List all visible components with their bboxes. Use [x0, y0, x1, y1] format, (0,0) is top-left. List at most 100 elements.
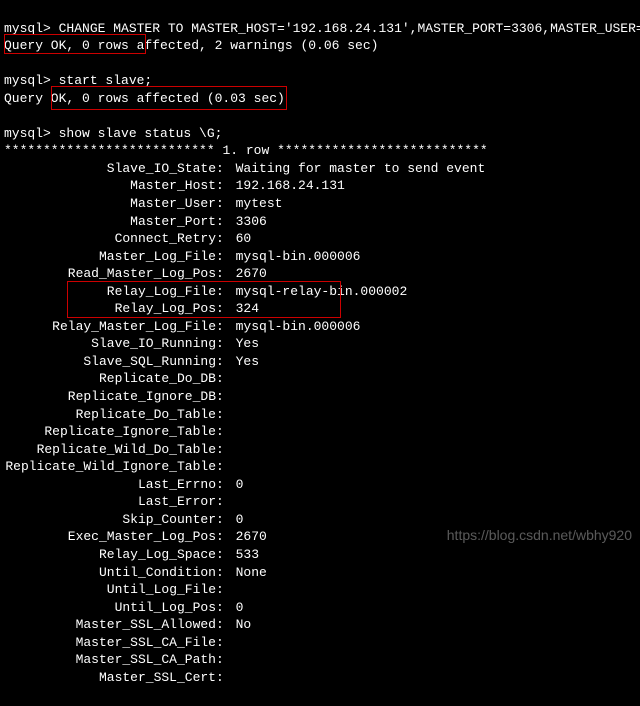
status-key: Exec_Master_Log_Pos [4, 528, 216, 546]
colon: : [216, 196, 228, 211]
status-value [228, 635, 236, 650]
status-row: Relay_Master_Log_File: mysql-bin.000006 [4, 318, 636, 336]
status-value [228, 670, 236, 685]
line-cmd2: mysql> show slave status \G; [4, 126, 222, 141]
status-key: Replicate_Wild_Do_Table [4, 441, 216, 459]
status-value: Yes [228, 354, 259, 369]
status-value: 0 [228, 477, 244, 492]
colon: : [216, 389, 228, 404]
status-row: Replicate_Do_Table: [4, 406, 636, 424]
status-key: Replicate_Wild_Ignore_Table [4, 458, 216, 476]
status-row: Master_Host: 192.168.24.131 [4, 177, 636, 195]
colon: : [216, 266, 228, 281]
status-row: Read_Master_Log_Pos: 2670 [4, 265, 636, 283]
status-row: Exec_Master_Log_Pos: 2670 [4, 528, 636, 546]
status-row: Replicate_Wild_Do_Table: [4, 441, 636, 459]
status-value: 0 [228, 600, 244, 615]
status-row: Last_Errno: 0 [4, 476, 636, 494]
status-value [228, 371, 236, 386]
status-key: Relay_Master_Log_File [4, 318, 216, 336]
status-value: mysql-bin.000006 [228, 249, 361, 264]
status-key: Skip_Counter [4, 511, 216, 529]
status-key: Replicate_Do_DB [4, 370, 216, 388]
status-value: 533 [228, 547, 259, 562]
status-key: Slave_IO_Running [4, 335, 216, 353]
status-key: Replicate_Ignore_Table [4, 423, 216, 441]
status-value [228, 582, 236, 597]
status-key: Relay_Log_Space [4, 546, 216, 564]
status-row: Master_SSL_Allowed: No [4, 616, 636, 634]
status-row: Relay_Log_Pos: 324 [4, 300, 636, 318]
colon: : [216, 371, 228, 386]
status-value [228, 494, 236, 509]
status-key: Master_SSL_Allowed [4, 616, 216, 634]
colon: : [216, 284, 228, 299]
status-key: Master_Host [4, 177, 216, 195]
colon: : [216, 547, 228, 562]
status-key: Master_Port [4, 213, 216, 231]
status-value: None [228, 565, 267, 580]
status-key: Slave_IO_State [4, 160, 216, 178]
status-key: Relay_Log_Pos [4, 300, 216, 318]
status-row: Connect_Retry: 60 [4, 230, 636, 248]
colon: : [216, 459, 228, 474]
colon: : [216, 336, 228, 351]
status-row: Replicate_Do_DB: [4, 370, 636, 388]
colon: : [216, 512, 228, 527]
status-key: Master_Log_File [4, 248, 216, 266]
status-row: Master_Log_File: mysql-bin.000006 [4, 248, 636, 266]
status-key: Until_Log_Pos [4, 599, 216, 617]
status-key: Master_SSL_CA_File [4, 634, 216, 652]
status-value [228, 459, 236, 474]
colon: : [216, 442, 228, 457]
colon: : [216, 652, 228, 667]
colon: : [216, 249, 228, 264]
status-key: Last_Error [4, 493, 216, 511]
status-row: Last_Error: [4, 493, 636, 511]
status-key: Master_User [4, 195, 216, 213]
status-value: 324 [228, 301, 259, 316]
status-row: Master_SSL_CA_Path: [4, 651, 636, 669]
line-queryok1: Query OK, 0 rows affected, 2 warnings (0… [4, 38, 378, 53]
colon: : [216, 354, 228, 369]
colon: : [216, 301, 228, 316]
mysql-prompt: mysql> [4, 126, 51, 141]
status-value [228, 442, 236, 457]
status-key: Relay_Log_File [4, 283, 216, 301]
status-row: Slave_SQL_Running: Yes [4, 353, 636, 371]
status-row: Skip_Counter: 0 [4, 511, 636, 529]
line-cmd1: mysql> start slave; [4, 73, 152, 88]
colon: : [216, 231, 228, 246]
colon: : [216, 582, 228, 597]
status-row: Slave_IO_Running: Yes [4, 335, 636, 353]
row-divider: *************************** 1. row *****… [4, 143, 488, 158]
colon: : [216, 161, 228, 176]
status-row: Replicate_Ignore_Table: [4, 423, 636, 441]
status-key: Slave_SQL_Running [4, 353, 216, 371]
colon: : [216, 600, 228, 615]
status-value: Yes [228, 336, 259, 351]
status-key: Replicate_Ignore_DB [4, 388, 216, 406]
colon: : [216, 178, 228, 193]
colon: : [216, 617, 228, 632]
colon: : [216, 494, 228, 509]
status-value: mysql-relay-bin.000002 [228, 284, 407, 299]
status-row: Until_Log_File: [4, 581, 636, 599]
cmd-start-slave: start slave; [51, 73, 152, 88]
status-row: Master_SSL_CA_File: [4, 634, 636, 652]
status-key: Replicate_Do_Table [4, 406, 216, 424]
status-key: Connect_Retry [4, 230, 216, 248]
status-value: 2670 [228, 529, 267, 544]
mysql-prompt: mysql> [4, 73, 51, 88]
status-value: 192.168.24.131 [228, 178, 345, 193]
status-row: Relay_Log_Space: 533 [4, 546, 636, 564]
status-value: 3306 [228, 214, 267, 229]
status-row: Relay_Log_File: mysql-relay-bin.000002 [4, 283, 636, 301]
status-row: Master_User: mytest [4, 195, 636, 213]
status-value: 60 [228, 231, 251, 246]
status-value [228, 652, 236, 667]
status-value: No [228, 617, 251, 632]
status-value: 2670 [228, 266, 267, 281]
status-row: Until_Condition: None [4, 564, 636, 582]
status-key: Until_Log_File [4, 581, 216, 599]
